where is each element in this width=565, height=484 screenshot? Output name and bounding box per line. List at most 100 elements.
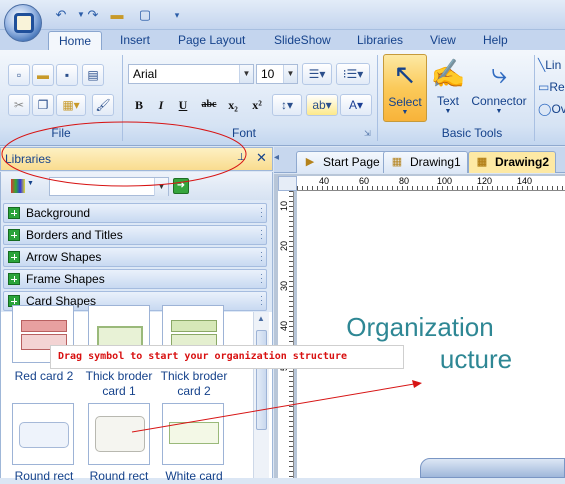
oval-icon: ◯ bbox=[538, 102, 552, 116]
shape-round-rect-2[interactable] bbox=[88, 403, 150, 465]
highlight-icon[interactable]: ab▾ bbox=[306, 94, 338, 116]
grip-icon: · · · bbox=[260, 203, 263, 221]
ruler-mark: 60 bbox=[359, 176, 370, 186]
customize-quick-access-icon[interactable]: ▾ bbox=[168, 6, 186, 24]
tab-scroll-left-icon[interactable]: ◂ bbox=[274, 152, 279, 163]
gallery-scrollbar[interactable]: ▲ bbox=[253, 312, 269, 478]
chevron-down-icon: ▼ bbox=[444, 108, 452, 115]
superscript-button[interactable]: x² bbox=[246, 94, 268, 116]
shape-label: Round rect bbox=[89, 469, 149, 483]
chevron-down-icon: ▼ bbox=[239, 65, 253, 83]
close-icon[interactable]: ✕ bbox=[256, 150, 267, 166]
category-label: Arrow Shapes bbox=[26, 250, 102, 264]
align-left-icon[interactable]: ☰▾ bbox=[302, 63, 332, 85]
text-tool-button[interactable]: ✍ Text ▼ bbox=[430, 54, 466, 122]
shape-white-card[interactable] bbox=[162, 403, 224, 465]
print-icon[interactable]: ▤ bbox=[82, 64, 104, 86]
subscript-button[interactable]: x₂ bbox=[222, 94, 244, 116]
scroll-up-icon[interactable]: ▲ bbox=[257, 314, 265, 323]
new-file-icon[interactable]: ▫ bbox=[8, 64, 30, 86]
underline-button[interactable]: U bbox=[172, 94, 194, 116]
canvas-title-line1: Organization bbox=[346, 312, 494, 342]
font-name-value: Arial bbox=[133, 67, 158, 81]
bullets-icon[interactable]: ⁝☰▾ bbox=[336, 63, 370, 85]
strikethrough-button[interactable]: abc bbox=[196, 94, 222, 116]
shape-label: Thick broder card 2 bbox=[160, 369, 228, 398]
application-menu-button[interactable] bbox=[4, 4, 42, 42]
ribbon-separator bbox=[534, 55, 535, 141]
select-tool-button[interactable]: ↖ Select ▼ bbox=[383, 54, 427, 122]
connector-label: Connector bbox=[471, 94, 527, 108]
doc-tab-start-page[interactable]: ▶ Start Page bbox=[296, 151, 387, 173]
ruler-mark: 40 bbox=[279, 321, 289, 332]
open-file-icon[interactable]: ▬ bbox=[32, 64, 54, 86]
dialog-launcher-icon[interactable]: ⇲ bbox=[364, 129, 371, 138]
doc-tab-drawing2[interactable]: ▦ Drawing2 bbox=[468, 151, 557, 173]
tab-help[interactable]: Help bbox=[473, 31, 518, 51]
cut-icon[interactable]: ✂ bbox=[8, 94, 30, 116]
category-frame-shapes[interactable]: Frame Shapes · · · bbox=[3, 269, 267, 289]
pointer-icon: ↖ bbox=[393, 59, 417, 90]
rectangle-tool-button[interactable]: ▭Re bbox=[538, 80, 565, 94]
category-arrow-shapes[interactable]: Arrow Shapes · · · bbox=[3, 247, 267, 267]
go-arrow-icon[interactable]: ➜ bbox=[173, 178, 189, 194]
grip-icon: · · · bbox=[260, 247, 263, 265]
doc-tab-label: Drawing2 bbox=[495, 155, 550, 169]
library-grid-icon[interactable] bbox=[11, 179, 25, 193]
line-tool-button[interactable]: ╲Lin bbox=[538, 58, 561, 72]
ruler-mark: 80 bbox=[399, 176, 410, 186]
chevron-down-icon: ▼ bbox=[401, 109, 409, 116]
drawing-icon: ▦ bbox=[476, 156, 488, 168]
undo-icon[interactable]: ↶ bbox=[52, 6, 70, 24]
shape-round-rect-1[interactable] bbox=[12, 403, 74, 465]
library-search-combo[interactable]: ▼ bbox=[49, 177, 169, 196]
libraries-title: Libraries bbox=[5, 152, 52, 166]
expand-icon bbox=[8, 229, 20, 241]
horizontal-ruler: 40 60 80 100 120 140 bbox=[297, 176, 565, 191]
pin-icon[interactable]: ⊥ bbox=[237, 152, 246, 163]
font-color-icon[interactable]: A▾ bbox=[340, 94, 372, 116]
select-label: Select bbox=[388, 95, 422, 109]
redo-icon[interactable]: ↷ bbox=[84, 6, 102, 24]
oval-tool-label: Ov bbox=[551, 102, 565, 116]
chevron-down-icon: ▼ bbox=[495, 108, 503, 115]
tab-page-layout[interactable]: Page Layout bbox=[168, 31, 255, 51]
font-size-combo[interactable]: 10 ▼ bbox=[256, 64, 298, 84]
category-label: Frame Shapes bbox=[26, 272, 105, 286]
format-painter-icon[interactable]: 🖌 bbox=[92, 94, 114, 116]
card-preview bbox=[95, 416, 145, 452]
card-preview bbox=[169, 422, 219, 444]
category-background[interactable]: Background · · · bbox=[3, 203, 267, 223]
copy-icon[interactable]: ❐ bbox=[32, 94, 54, 116]
tab-libraries[interactable]: Libraries bbox=[347, 31, 413, 51]
open-folder-icon[interactable]: ▬ bbox=[108, 6, 126, 24]
tab-home[interactable]: Home bbox=[48, 31, 103, 51]
save-icon[interactable]: ▪ bbox=[56, 64, 78, 86]
grip-icon: · · · bbox=[260, 225, 263, 243]
ruler-mark: 140 bbox=[517, 176, 533, 186]
bold-button[interactable]: B bbox=[128, 94, 150, 116]
tab-insert[interactable]: Insert bbox=[110, 31, 160, 51]
italic-button[interactable]: I bbox=[150, 94, 172, 116]
font-name-combo[interactable]: Arial ▼ bbox=[128, 64, 254, 84]
libraries-pane-header: Libraries ⊥ ✕ bbox=[0, 147, 273, 171]
tab-slideshow[interactable]: SlideShow bbox=[264, 31, 341, 51]
category-borders-and-titles[interactable]: Borders and Titles · · · bbox=[3, 225, 267, 245]
connector-tool-button[interactable]: ⤷ Connector ▼ bbox=[468, 54, 530, 122]
oval-tool-button[interactable]: ◯Ov bbox=[538, 102, 565, 116]
line-tool-label: Lin bbox=[545, 58, 562, 72]
card-preview bbox=[21, 320, 67, 332]
ruler-mark: 100 bbox=[437, 176, 453, 186]
print-preview-icon[interactable]: ▢ bbox=[136, 6, 154, 24]
text-pen-icon: ✍ bbox=[430, 58, 466, 89]
category-label: Background bbox=[26, 206, 91, 220]
group-label-file: File bbox=[51, 126, 71, 140]
shape-label: Thick broder card 1 bbox=[85, 369, 153, 398]
chevron-down-icon[interactable]: ▼ bbox=[27, 180, 34, 187]
line-spacing-icon[interactable]: ↕▾ bbox=[272, 94, 302, 116]
paste-icon[interactable]: ▦▾ bbox=[56, 94, 86, 116]
doc-tab-drawing1[interactable]: ▦ Drawing1 bbox=[383, 151, 468, 173]
org-chart-shape[interactable] bbox=[420, 458, 565, 478]
tab-view[interactable]: View bbox=[420, 31, 466, 51]
ruler-mark: 30 bbox=[279, 281, 289, 292]
